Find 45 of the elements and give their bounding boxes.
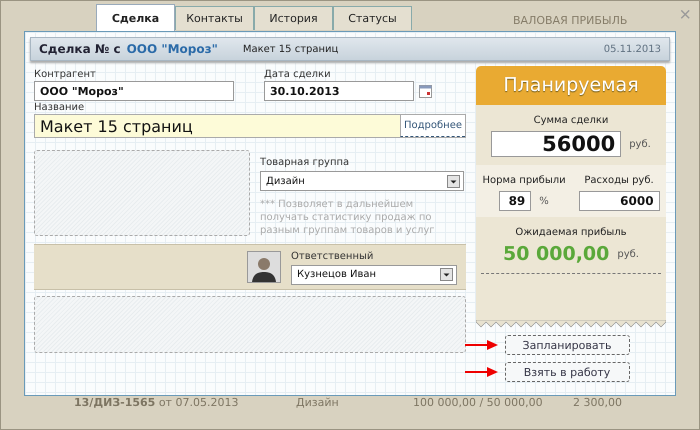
avatar-placeholder <box>247 251 281 283</box>
title-field[interactable]: Макет 15 страниц Подробнее <box>34 114 466 138</box>
responsible-dropdown[interactable]: Кузнецов Иван <box>291 264 457 284</box>
arrow-icon <box>464 339 498 351</box>
plan-title: Планируемая <box>476 66 666 105</box>
field-label: Норма прибыли <box>482 175 566 186</box>
details-link[interactable]: Подробнее <box>400 115 465 137</box>
header-subject: Макет 15 страниц <box>242 44 338 54</box>
tab[interactable]: Статусы <box>333 6 412 30</box>
calendar-icon[interactable] <box>419 84 432 98</box>
field-label: Контрагент <box>34 68 97 81</box>
action-button[interactable]: Взять в работу <box>504 362 630 382</box>
currency-label: руб. <box>629 138 651 150</box>
field-label: Сумма сделки <box>534 115 608 126</box>
margin-field[interactable]: 89 <box>499 191 532 211</box>
caret-icon <box>447 174 460 188</box>
field-label: Ожидаемая прибыль <box>515 227 627 238</box>
field-label: Расходы руб. <box>584 175 654 186</box>
table-cell: 2 300,00 <box>573 396 622 409</box>
action-button[interactable]: Запланировать <box>504 335 630 355</box>
tab[interactable]: Сделка <box>96 4 175 32</box>
amount-field[interactable]: 56000 <box>491 131 622 157</box>
tab[interactable]: Контакты <box>175 6 254 30</box>
table-cell-text: Дизайн <box>296 396 340 409</box>
caret-icon <box>440 268 453 281</box>
client-link[interactable]: ООО "Мороз" <box>126 42 218 56</box>
field-label: Дата сделки <box>264 68 332 81</box>
table-cell-text: 100 000,00 / 50 000,00 <box>413 396 544 409</box>
product-group-dropdown[interactable]: Дизайн <box>260 171 464 191</box>
percent-label: % <box>539 196 549 206</box>
column-heading: ВАЛОВАЯ ПРИБЫЛЬ <box>513 14 628 27</box>
field-label: Название <box>34 101 86 114</box>
header-title: Сделка № с <box>39 42 121 56</box>
deal-number: 13/ДИЗ-1565 от 07.05.2013 <box>74 396 240 409</box>
field-label: Ответственный <box>291 250 374 262</box>
field-label: Товарная группа <box>260 156 350 169</box>
date-field[interactable]: 30.10.2013 <box>264 81 414 101</box>
expected-profit: 50 000,00 <box>503 243 610 265</box>
header-date: 05.11.2013 <box>604 44 661 54</box>
tab[interactable]: История <box>254 6 333 30</box>
arrow-icon <box>464 366 498 378</box>
currency-label: руб. <box>617 248 639 260</box>
expenses-field[interactable]: 6000 <box>578 191 660 211</box>
counterparty-field[interactable]: ООО "Мороз" <box>34 81 234 101</box>
hint-text: *** Позволяет в дальнейшем получать статистику продаж по разным группам товаров и услуг <box>260 198 436 237</box>
